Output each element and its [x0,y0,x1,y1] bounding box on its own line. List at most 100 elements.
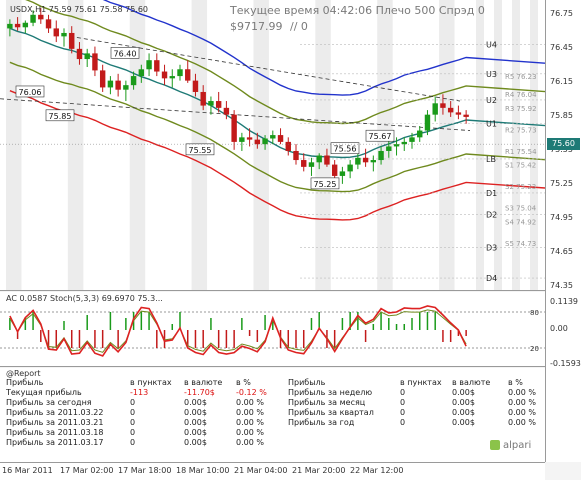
candle-body [123,85,129,90]
price-chart[interactable]: U4 U3 U2 U1 LB D1 D2 D3 D4 R5 76.23 R4 76.04 R3 75.… [0,0,545,291]
report-header-cell: Прибыль [6,378,44,387]
candle-body [69,32,75,49]
time-tick-label: 17 Mar 02:00 [60,466,114,475]
candle-body [200,91,206,106]
candle-body [215,101,222,108]
time-scale: 16 Mar 2011 17 Mar 02:00 17 Mar 18:00 18 Ma… [0,462,545,481]
candle-body [138,69,145,77]
pivot-label: D3 [486,243,497,252]
current-price-tag: 75.60 [547,138,580,151]
candle-body [362,157,369,163]
time-tick-label: 16 Mar 2011 [2,466,53,475]
report-header-cell: в пунктах [400,378,442,387]
level-label: S3 75.04 [505,205,537,213]
envelope-lower-red [9,90,545,221]
terminal-window: U4 U3 U2 U1 LB D1 D2 D3 D4 R5 76.23 R4 76.04 R3 75.… [0,0,581,481]
report-cell: Прибыль за сегодня [6,398,92,407]
price-annotation-label: 76.40 [114,49,137,58]
oscillator-panel[interactable]: 80 20 AC 0.0587 Stoch(5,3,3) 69.6970 75.3… [0,292,545,367]
time-tick-label: 22 Mar 12:00 [350,466,404,475]
candle-body [92,53,98,71]
candle-body [316,155,322,163]
candle-body [370,160,377,163]
price-tick-label: 76.45 [550,42,573,52]
level-label: S4 74.92 [505,218,536,226]
report-value-negative: -0.12 % [236,388,267,397]
report-header-cell: в % [508,378,523,387]
price-annotation-label: 75.67 [369,132,392,141]
report-cell: 0 [400,398,406,407]
moving-average-teal [9,27,545,159]
price-annotation-label: 75.56 [334,145,357,154]
price-tick-label: 76.75 [550,8,573,18]
report-cell: 0.00$ [452,398,475,407]
report-cell: Прибыль за год [288,418,355,427]
candle-body [30,14,36,23]
report-cell: Текущая прибыль [6,388,82,397]
stoch-level-label: 80 [530,309,539,317]
pivot-label: U3 [486,70,497,79]
symbol-line: USDX,H1 75.59 75.61 75.58 75.60 [10,5,149,14]
report-cell: 0.00$ [184,428,207,437]
envelope-lower-olive [9,61,545,193]
report-cell: 0.00 % [508,398,536,407]
equity-label: $9717.99 [230,20,283,33]
candle-body [393,144,400,147]
report-value-negative: -11.70$ [184,388,215,397]
report-header-cell: в % [236,378,251,387]
oscillator-canvas: 80 20 [0,305,545,357]
level-label: S2 75.23 [505,183,536,191]
report-cell: 0.00 % [236,398,264,407]
candle-body [378,150,384,161]
price-annotation-label: 75.85 [49,112,72,121]
report-cell: Прибыль за 2011.03.18 [6,428,104,437]
price-chart-canvas: U4 U3 U2 U1 LB D1 D2 D3 D4 R5 76.23 R4 76.04 R3 75.… [0,0,545,290]
candle-body [161,71,168,79]
candle-body [270,135,276,139]
candle-body [130,76,137,86]
report-cell: 0 [130,408,136,417]
report-cell: Прибыль за квартал [288,408,374,417]
level-label: R5 76.23 [505,73,537,81]
report-cell: Прибыль за 2011.03.17 [6,438,104,447]
session-stripe [315,0,331,290]
candle-body [424,114,431,131]
candle-body [53,28,59,37]
report-cell: 0.00 % [236,418,264,427]
report-cell: Прибыль за месяц [288,398,366,407]
candle-body [208,101,214,106]
candle-body [192,80,199,92]
logo-text: alpari [503,440,532,451]
candle-body [254,139,261,145]
report-cell: 0.00 % [508,388,536,397]
candle-body [154,60,160,72]
price-tick-label: 74.95 [550,212,573,222]
candle-body [107,80,114,88]
report-header-cell: в валюте [452,378,491,387]
candle-body [7,23,13,29]
price-tick-label: 75.85 [550,110,573,120]
candle-body [246,137,253,140]
candle-body [386,146,392,151]
report-cell: 0.00$ [184,418,207,427]
report-cell: 0.00 % [236,438,264,447]
report-panel: @Report Прибыль в пунктах в валюте в % Текущ… [0,368,545,462]
level-label: S5 74.73 [505,240,536,248]
price-tick-label: 74.35 [550,281,573,290]
oscillator-scale-label: 0.1139 [550,297,578,306]
candle-body [455,112,462,115]
candle-body [308,162,315,167]
oscillator-scale-label: 0.00 [550,324,568,333]
pivot-label: U4 [486,40,497,49]
price-annotation-label: 76.06 [19,88,42,97]
price-scale: 76.7576.4576.1575.8575.5575.2574.9574.65… [545,0,581,462]
candle-body [355,157,361,165]
report-cell: 0 [130,418,136,427]
price-tick-label: 76.15 [550,76,573,86]
report-header-cell: в пунктах [130,378,172,387]
report-cell: 0.00 % [236,408,264,417]
report-cell: 0 [130,428,136,437]
oscillator-title: AC 0.0587 Stoch(5,3,3) 69.6970 75.3... [6,294,163,303]
report-cell: Прибыль за 2011.03.22 [6,408,104,417]
candle-body [99,70,106,88]
